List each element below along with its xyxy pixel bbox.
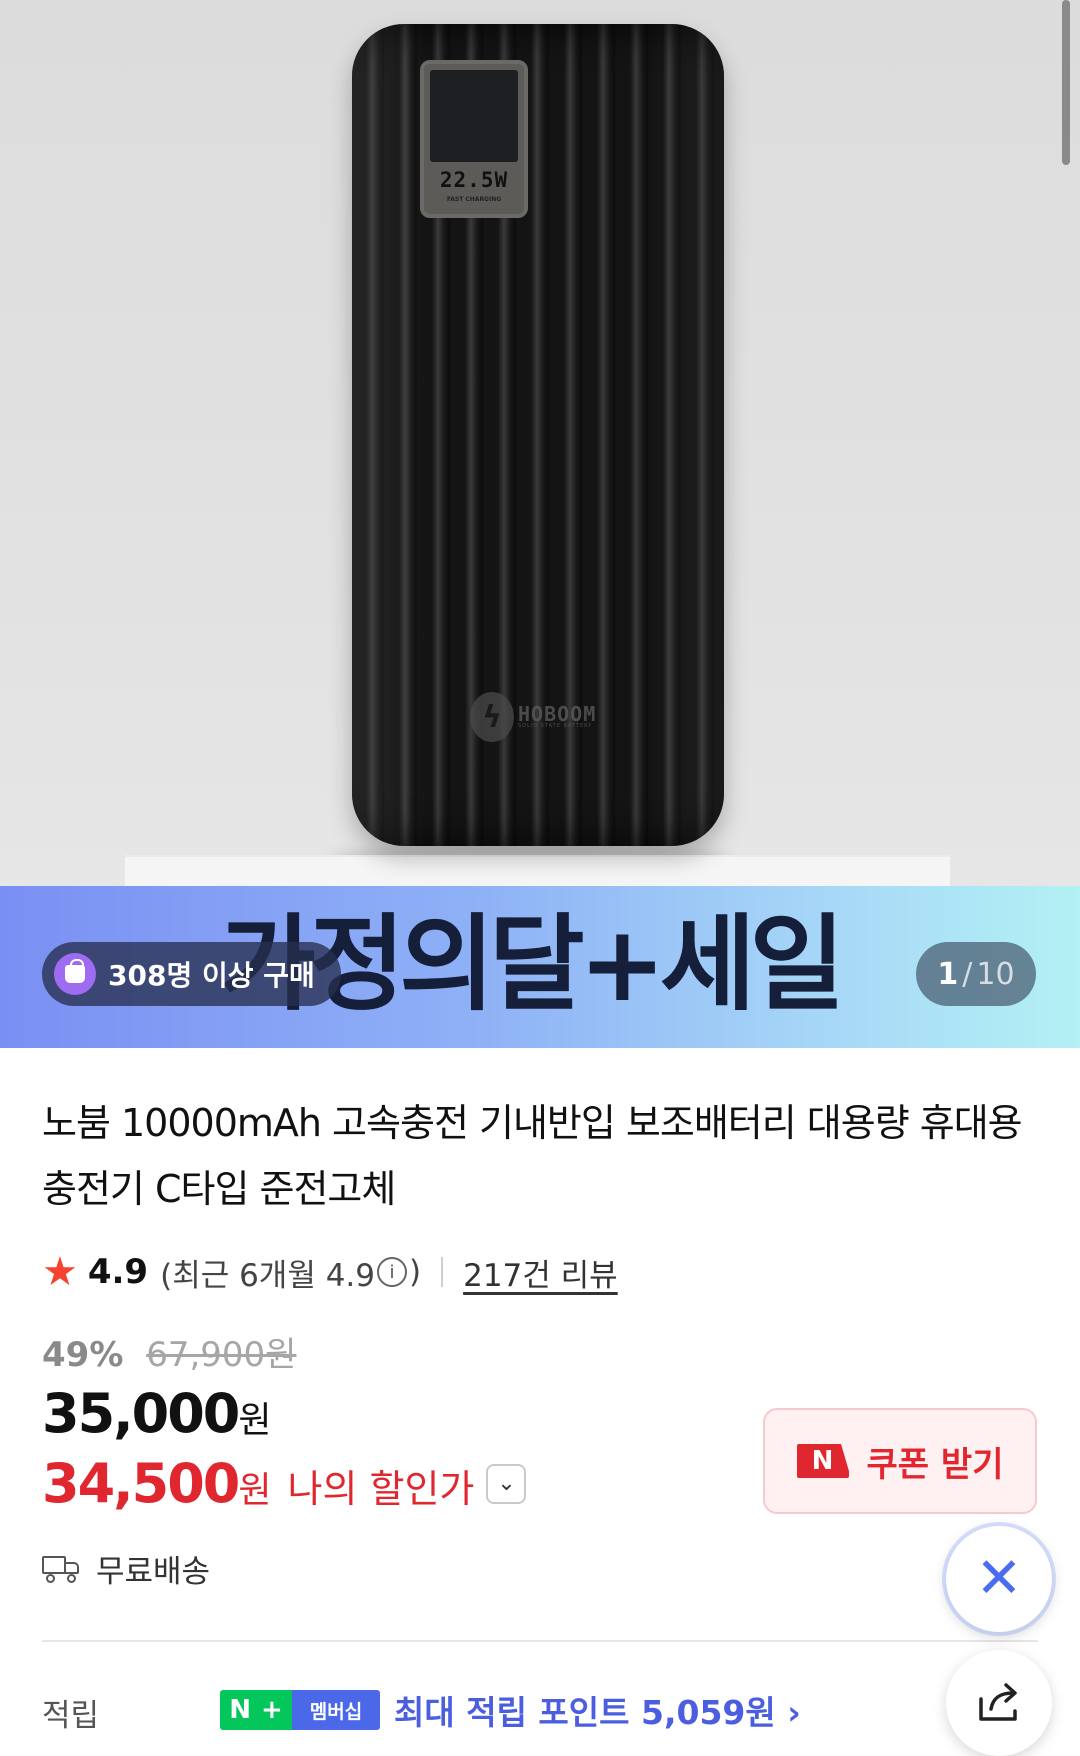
rating-divider xyxy=(441,1257,444,1287)
ai-assistant-button[interactable]: ✕ xyxy=(946,1526,1052,1632)
product-photo-powerbank: 22.5W FAST CHARGING ϟ HOBOOM SOLID STATE… xyxy=(352,24,724,846)
ai-assistant-icon: ✕ xyxy=(975,1546,1023,1611)
share-button[interactable] xyxy=(946,1650,1052,1756)
powerbank-screen xyxy=(430,70,518,162)
original-price: 67,900원 xyxy=(146,1335,297,1375)
recent-rating-text: (최근 6개월 4.9 xyxy=(160,1257,375,1294)
page-scrollbar[interactable] xyxy=(1062,0,1070,165)
discount-rate: 49% xyxy=(42,1335,124,1375)
share-icon xyxy=(979,1683,1017,1721)
gallery-counter: 1 / 10 xyxy=(916,942,1036,1006)
coupon-button-label: 쿠폰 받기 xyxy=(866,1444,1004,1485)
naver-plus-logo: N + xyxy=(220,1690,292,1730)
gallery-separator: / xyxy=(962,956,973,992)
rating-row: ★ 4.9 (최근 6개월 4.9 i ) 217건 리뷰 xyxy=(42,1246,618,1298)
chevron-right-icon: › xyxy=(787,1693,801,1732)
info-icon[interactable]: i xyxy=(377,1257,407,1287)
naver-plus-membership-badge: N + 멤버십 xyxy=(220,1690,380,1730)
promo-banner: 가정의달+세일 308명 이상 구매 1 / 10 xyxy=(0,886,1080,1048)
brand-name: HOBOOM xyxy=(518,702,597,726)
max-points-text: 최대 적립 포인트 5,059원 xyxy=(394,1693,776,1732)
shipping-text: 무료배송 xyxy=(96,1554,211,1590)
naver-n-icon: N xyxy=(796,1444,851,1478)
gallery-total: 10 xyxy=(976,956,1015,992)
buyers-count-text: 308명 이상 구매 xyxy=(108,959,315,992)
shipping-row: 무료배송 xyxy=(42,1546,210,1591)
bolt-icon: ϟ xyxy=(470,692,514,742)
truck-icon xyxy=(42,1554,82,1584)
sale-price: 35,000 xyxy=(42,1382,240,1445)
powerbank-brand-logo: ϟ HOBOOM SOLID STATE BATTERY xyxy=(470,690,596,744)
sale-price-unit: 원 xyxy=(238,1400,272,1441)
gallery-current-index: 1 xyxy=(937,956,959,992)
brand-tagline: SOLID STATE BATTERY xyxy=(518,723,593,729)
max-points-link[interactable]: 최대 적립 포인트 5,059원 › xyxy=(394,1686,801,1734)
powerbank-wattage-label: 22.5W xyxy=(439,168,509,192)
powerbank-fast-charging-label: FAST CHARGING xyxy=(446,196,502,203)
product-title: 노붐 10000mAh 고속충전 기내반입 보조배터리 대용량 휴대용 충전기 … xyxy=(42,1101,1023,1211)
points-label: 적립 xyxy=(42,1698,100,1734)
shopping-bag-icon xyxy=(54,953,96,995)
buyers-count-badge: 308명 이상 구매 xyxy=(42,942,341,1006)
rating-value: 4.9 xyxy=(87,1252,149,1292)
star-icon: ★ xyxy=(42,1249,78,1295)
sale-price-row: 35,000원 xyxy=(42,1382,272,1445)
my-discount-price-row[interactable]: 34,500 원 나의 할인가 ⌄ xyxy=(42,1452,527,1515)
my-discount-label: 나의 할인가 xyxy=(287,1467,475,1511)
section-divider xyxy=(42,1640,1038,1642)
powerbank-display: 22.5W FAST CHARGING xyxy=(420,60,528,218)
original-price-row: 49% 67,900원 xyxy=(42,1327,296,1376)
reviews-link[interactable]: 217건 리뷰 xyxy=(463,1250,618,1295)
chevron-down-icon[interactable]: ⌄ xyxy=(486,1463,527,1504)
my-discount-price-unit: 원 xyxy=(238,1470,272,1511)
recent-rating-close: ) xyxy=(409,1254,422,1290)
my-discount-price: 34,500 xyxy=(42,1452,240,1515)
coupon-button[interactable]: N 쿠폰 받기 xyxy=(763,1408,1037,1514)
membership-label: 멤버십 xyxy=(292,1690,380,1730)
